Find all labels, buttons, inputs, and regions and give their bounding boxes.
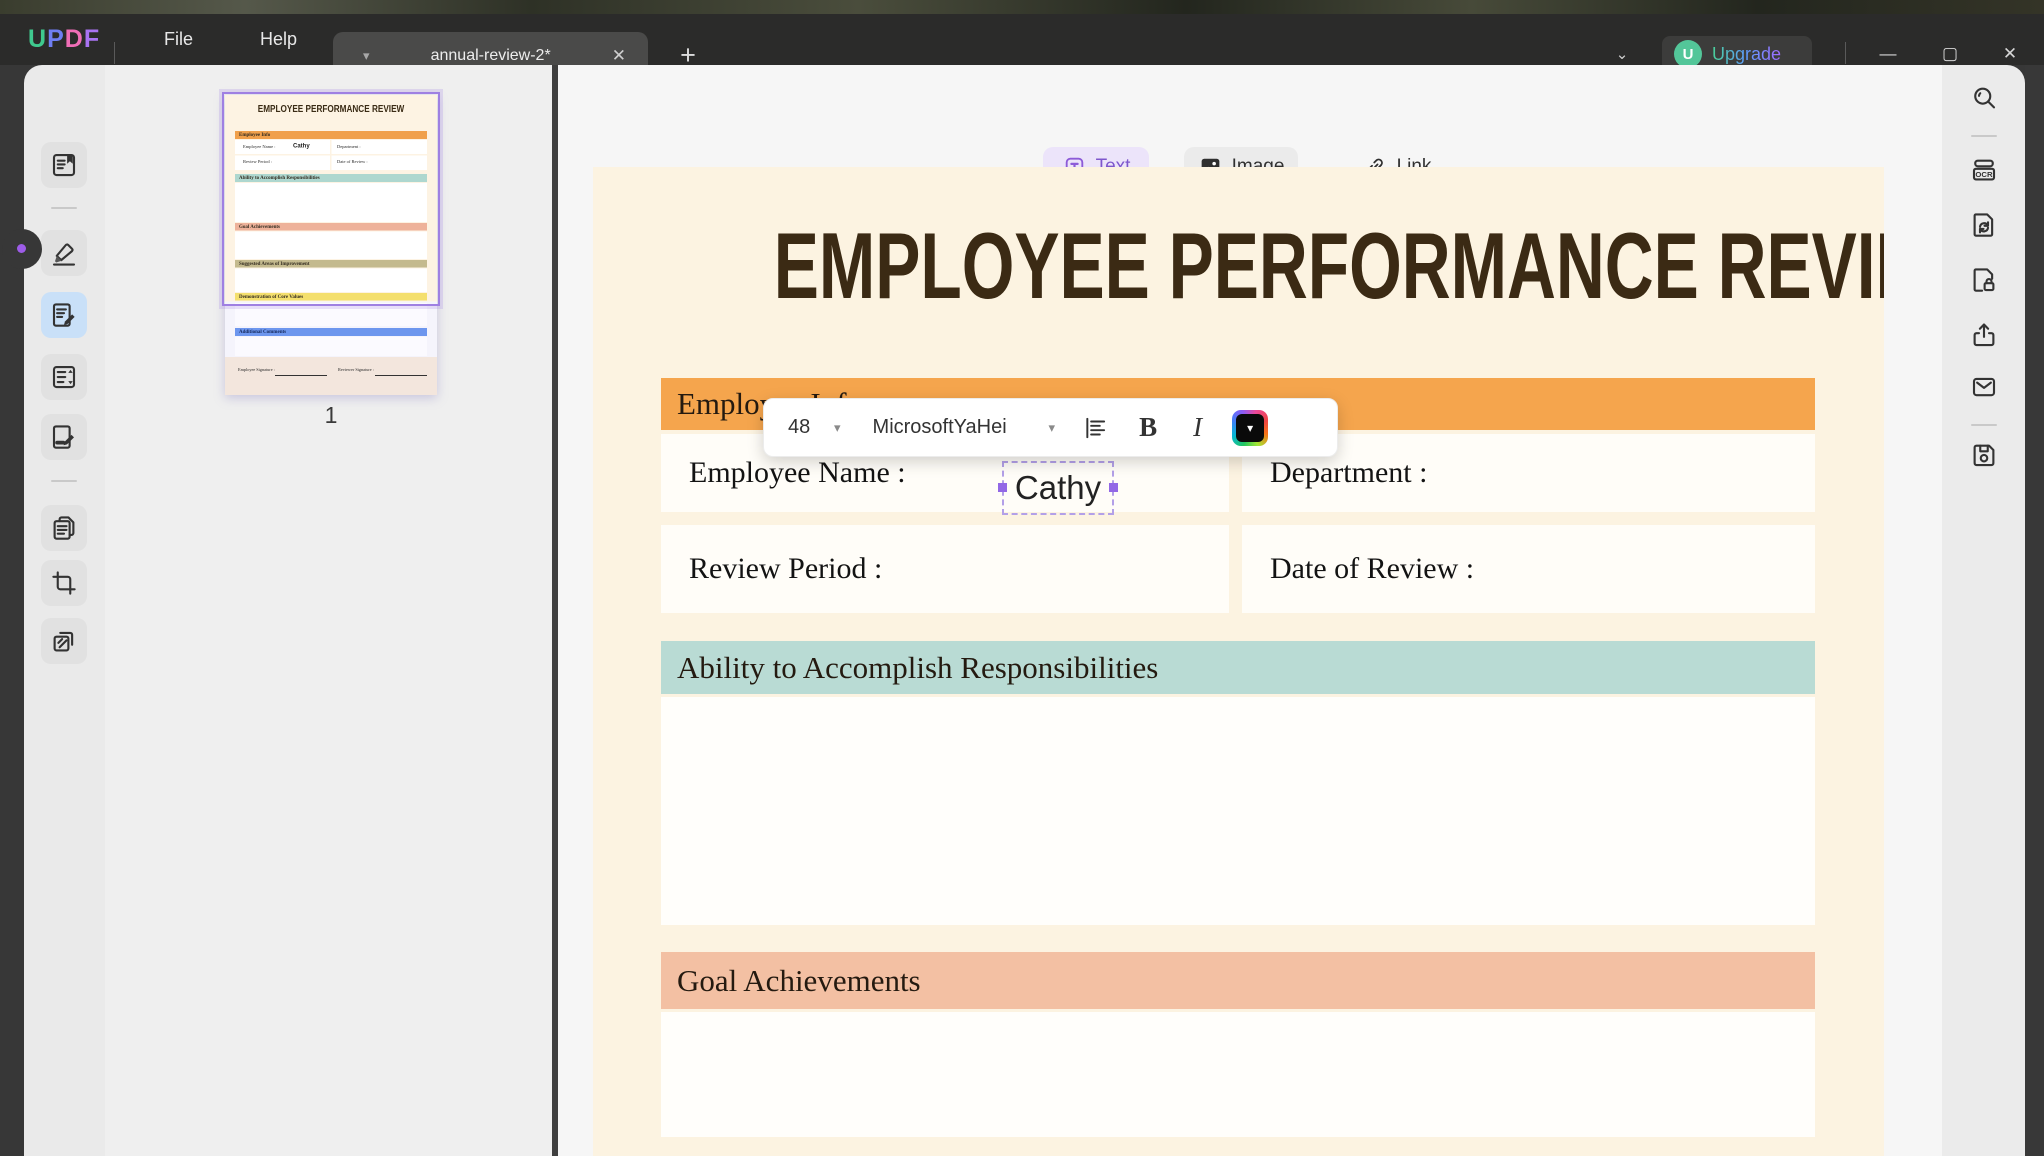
tool-reader-mode[interactable] (41, 142, 87, 188)
convert-icon (53, 516, 75, 540)
tool-convert[interactable] (41, 505, 87, 551)
sidebar-divider (51, 207, 77, 209)
logo-letter: D (64, 25, 84, 53)
titlebar-separator (114, 42, 115, 64)
watermark-icon (53, 631, 74, 652)
goals-header[interactable]: Goal Achievements (661, 952, 1815, 1009)
compress-icon (1973, 213, 1994, 237)
date-of-review-cell[interactable]: Date of Review : (1242, 525, 1815, 613)
menu-file[interactable]: File (150, 14, 207, 65)
protect-icon (1973, 268, 1995, 292)
text-format-toolbar: 48 ▾ MicrosoftYaHei ▾ B I ▾ (763, 398, 1338, 457)
selection-handle[interactable] (998, 483, 1007, 492)
font-name-value[interactable]: MicrosoftYaHei (873, 416, 1049, 439)
left-tool-sidebar (24, 65, 105, 1156)
organize-pages-icon (52, 365, 76, 389)
review-period-cell[interactable]: Review Period : (661, 525, 1229, 613)
logo-letter: U (28, 25, 48, 53)
tab-title: annual-review-2* (430, 46, 551, 64)
notification-dot (17, 244, 26, 253)
user-avatar[interactable]: U (1674, 40, 1702, 68)
logo-letter: P (47, 25, 65, 53)
tool-share[interactable] (1962, 313, 2006, 357)
sidebar-divider (51, 480, 77, 482)
reader-mode-icon (52, 153, 76, 177)
tool-protect[interactable] (1962, 258, 2006, 302)
updf-logo: U P D F (28, 14, 100, 65)
font-color-chevron-down-icon: ▾ (1236, 413, 1265, 442)
tab-close-icon[interactable]: ✕ (612, 46, 626, 66)
fill-sign-icon (52, 425, 74, 449)
font-size-value[interactable]: 48 (788, 416, 834, 439)
tool-organize-pages[interactable] (41, 354, 87, 400)
ability-content-area[interactable] (661, 697, 1815, 925)
bold-button[interactable]: B (1139, 412, 1157, 443)
department-label: Department : (1270, 456, 1428, 489)
tool-crop[interactable] (41, 560, 87, 606)
thumb-employee-signature-label: Employee Signature : (238, 367, 275, 372)
font-color-button[interactable]: ▾ (1232, 409, 1269, 446)
ability-header[interactable]: Ability to Accomplish Responsibilities (661, 641, 1815, 694)
ocr-icon: OCR (1972, 159, 1996, 181)
italic-button[interactable]: I (1193, 412, 1202, 443)
tool-watermark[interactable] (41, 618, 87, 664)
thumb-header-comments: Additional Comments (235, 328, 427, 336)
save-icon (1973, 444, 1995, 467)
selected-text-object[interactable]: Cathy (998, 461, 1118, 515)
employee-name-value[interactable]: Cathy (1015, 469, 1101, 507)
thumbnail-panel: EMPLOYEE PERFORMANCE REVIEW Employee Inf… (105, 65, 552, 1156)
tool-mail[interactable] (1962, 365, 2006, 409)
titlebar-separator (1845, 42, 1846, 64)
tool-search[interactable] (1962, 76, 2006, 120)
tool-edit[interactable] (41, 292, 87, 338)
crop-icon (52, 571, 76, 595)
right-window-edge (2025, 65, 2044, 1156)
mail-icon (1972, 377, 1996, 397)
tool-save[interactable] (1962, 433, 2006, 477)
document-canvas: Text Image Link EMPLOYEE PERFORMANCE REV… (558, 65, 1942, 1156)
titlebar: U P D F File Help ▾ annual-review-2* ✕ +… (0, 14, 2044, 79)
tool-ocr[interactable]: OCR (1962, 148, 2006, 192)
search-icon (1974, 87, 1996, 109)
font-size-chevron-down-icon[interactable]: ▾ (834, 420, 841, 436)
upgrade-label: Upgrade (1712, 43, 1782, 64)
sidebar-divider (1971, 135, 1997, 137)
sidebar-divider (1971, 424, 1997, 426)
goals-content-area[interactable] (661, 1012, 1815, 1137)
edit-icon (52, 303, 75, 327)
tool-compress[interactable] (1962, 203, 2006, 247)
logo-letter: F (83, 25, 101, 53)
thumbnail-viewport-outline[interactable] (222, 92, 440, 306)
desktop-background-strip (0, 0, 2044, 14)
document-title[interactable]: EMPLOYEE PERFORMANCE REVIEW (774, 215, 1884, 317)
font-name-chevron-down-icon[interactable]: ▾ (1049, 420, 1056, 436)
updf-window: U P D F File Help ▾ annual-review-2* ✕ +… (0, 0, 2044, 1156)
svg-text:OCR: OCR (1975, 170, 1993, 179)
share-icon (1973, 323, 1995, 347)
date-of-review-label: Date of Review : (1270, 552, 1475, 585)
employee-name-label: Employee Name : (689, 456, 906, 489)
thumb-reviewer-signature-label: Reviewer Signature : (338, 367, 374, 372)
selection-handle[interactable] (1109, 483, 1118, 492)
menu-help[interactable]: Help (246, 14, 311, 65)
tool-highlighter[interactable] (41, 230, 87, 276)
page-number: 1 (324, 402, 338, 428)
highlighter-icon (52, 243, 76, 266)
pdf-page[interactable]: EMPLOYEE PERFORMANCE REVIEW Employee Inf… (593, 167, 1884, 1156)
review-period-label: Review Period : (689, 552, 883, 585)
right-tool-sidebar: OCR (1942, 65, 2025, 1156)
align-left-icon[interactable] (1083, 415, 1109, 441)
tool-fill-sign[interactable] (41, 414, 87, 460)
